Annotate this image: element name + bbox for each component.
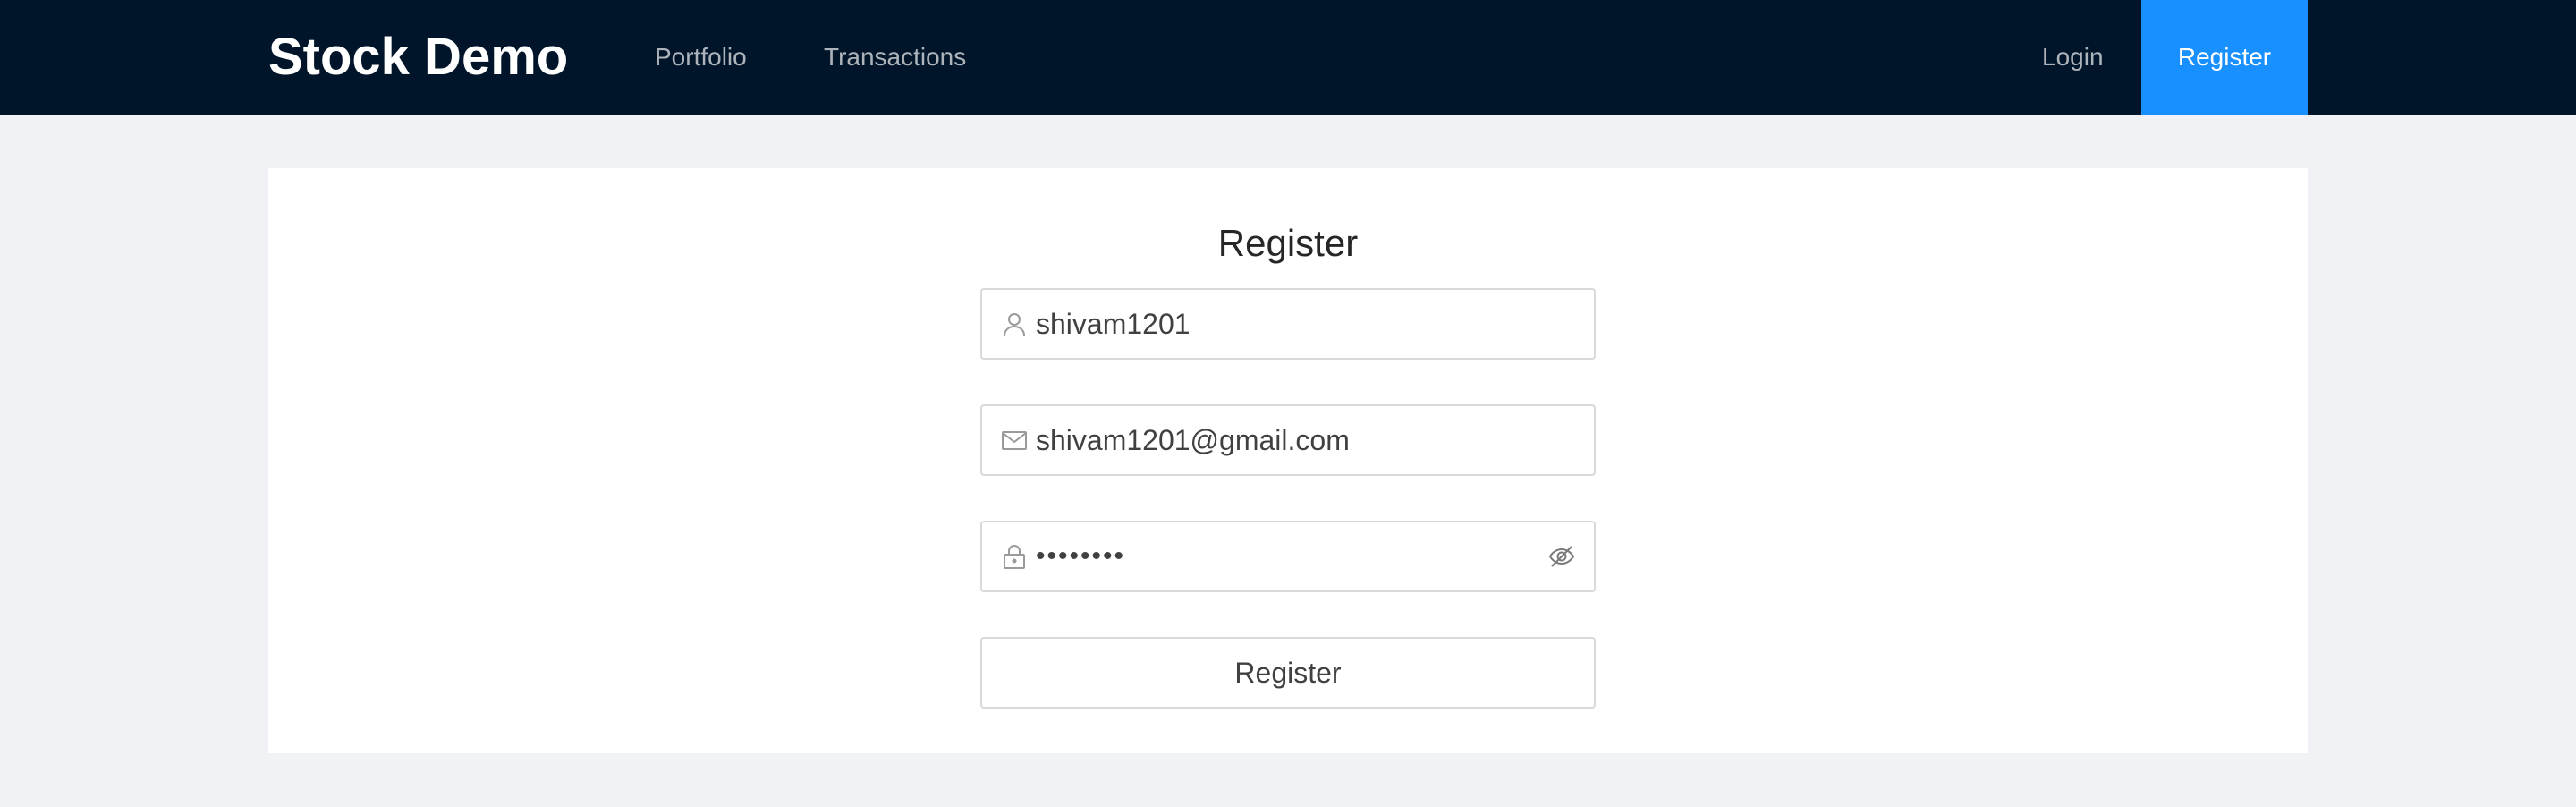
user-icon	[1002, 311, 1027, 336]
username-value[interactable]: shivam1201	[1036, 290, 1191, 358]
password-field[interactable]: ••••••••	[980, 521, 1596, 592]
register-card: Register shivam1201 shivam1201@gmail.com	[268, 168, 2308, 753]
app-brand: Stock Demo	[268, 28, 569, 86]
nav-register[interactable]: Register	[2141, 0, 2308, 115]
top-navbar: Stock Demo Portfolio Transactions Login …	[0, 0, 2576, 115]
nav-portfolio[interactable]: Portfolio	[655, 0, 747, 115]
email-value[interactable]: shivam1201@gmail.com	[1036, 406, 1350, 474]
nav-transactions[interactable]: Transactions	[824, 0, 966, 115]
mail-icon	[1002, 428, 1027, 453]
lock-icon	[1002, 544, 1027, 569]
nav-login[interactable]: Login	[2042, 0, 2104, 115]
username-field[interactable]: shivam1201	[980, 288, 1596, 360]
email-field[interactable]: shivam1201@gmail.com	[980, 404, 1596, 476]
register-submit-button[interactable]: Register	[980, 637, 1596, 709]
form-title: Register	[1217, 222, 1359, 264]
eye-invisible-icon[interactable]	[1547, 542, 1576, 571]
password-value[interactable]: ••••••••	[1036, 522, 1125, 590]
